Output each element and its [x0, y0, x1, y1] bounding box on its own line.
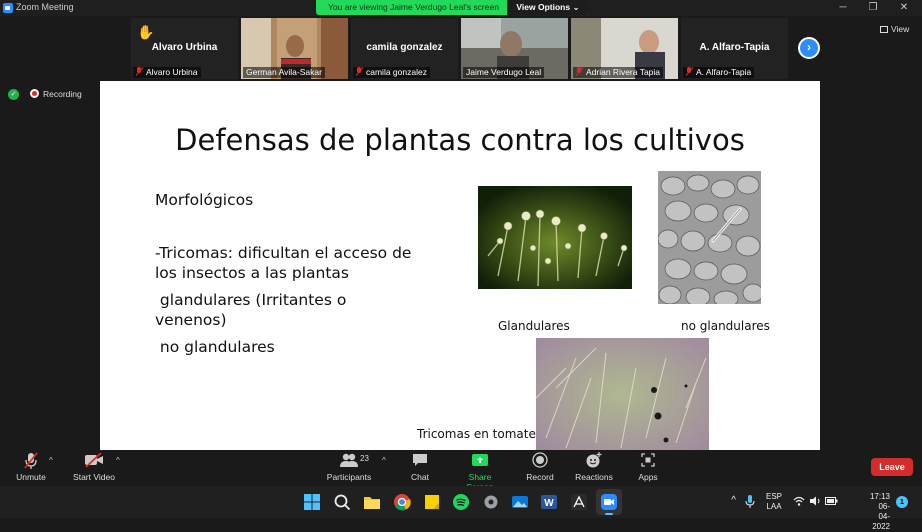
sticky-notes-icon[interactable]	[423, 493, 441, 511]
start-video-button[interactable]: Start Video	[72, 452, 116, 482]
participant-tile[interactable]: A. Alfaro-Tapia A. Alfaro-Tapia	[681, 18, 788, 79]
participant-tile[interactable]: Adrian Rivera Tapia	[571, 18, 678, 79]
video-off-icon	[85, 452, 103, 468]
slide-text-line: no glandulares	[155, 338, 275, 356]
viewing-screen-banner: You are viewing Jaime Verdugo Leal's scr…	[316, 0, 589, 15]
participants-icon	[340, 453, 358, 467]
file-explorer-icon[interactable]	[363, 493, 381, 511]
slide-heading: Morfológicos	[155, 191, 254, 209]
windows-taskbar: W ^ ESP LAA 17:13 06-04-2022 1	[0, 486, 922, 531]
spotify-icon[interactable]	[452, 493, 470, 511]
gallery-next-button[interactable]: ›	[798, 37, 820, 59]
participant-name-label: camila gonzalez	[353, 67, 430, 78]
participant-display-name: Alvaro Urbina	[151, 42, 218, 53]
participant-display-name: A. Alfaro-Tapia	[699, 42, 770, 53]
participant-tile[interactable]: camila gonzalez camila gonzalez	[351, 18, 458, 79]
zoom-logo-icon	[3, 3, 13, 13]
chevron-down-icon: ⌄	[572, 2, 580, 12]
restore-icon[interactable]: ❐	[858, 0, 888, 16]
participant-name-label: Jaime Verdugo Leal	[463, 67, 545, 78]
apps-button[interactable]: Apps	[633, 452, 663, 482]
muted-mic-icon	[686, 67, 693, 76]
slide-text-line: venenos)	[155, 311, 227, 329]
language-indicator[interactable]: ESP LAA	[766, 492, 782, 512]
caption-tricomas-tomate: Tricomas en tomate	[417, 427, 536, 441]
word-icon[interactable]: W	[540, 493, 558, 511]
slide-text-line: -Tricomas: dificultan el acceso de	[155, 244, 412, 262]
zoom-taskbar-item[interactable]	[596, 489, 622, 515]
participants-button[interactable]: 23 Participants	[326, 452, 372, 482]
view-button[interactable]: View	[880, 24, 909, 34]
reactions-button[interactable]: Reactions	[572, 452, 616, 482]
muted-mic-icon	[24, 452, 38, 469]
recording-icon	[30, 89, 39, 98]
participant-tile[interactable]: German Avila-Sakar	[241, 18, 348, 79]
participant-name-label: German Avila-Sakar	[243, 67, 325, 78]
unmute-button[interactable]: Unmute	[14, 452, 48, 482]
reactions-icon	[586, 452, 602, 468]
non-glandular-trichome-image	[658, 171, 761, 304]
muted-mic-icon	[576, 67, 583, 76]
participant-tile[interactable]: Jaime Verdugo Leal	[461, 18, 568, 79]
video-options-caret[interactable]: ^	[116, 456, 120, 465]
search-icon[interactable]	[333, 493, 351, 511]
notification-badge[interactable]: 1	[896, 496, 908, 508]
caption-glandulares: Glandulares	[498, 319, 570, 333]
participant-name-label: Adrian Rivera Tapia	[573, 67, 664, 78]
muted-mic-icon	[356, 67, 363, 76]
shared-screen: Defensas de plantas contra los cultivos …	[100, 81, 820, 450]
windows-start-icon[interactable]	[303, 493, 321, 511]
chat-icon	[413, 454, 427, 466]
clock[interactable]: 17:13 06-04-2022	[870, 492, 890, 532]
participant-name-label: A. Alfaro-Tapia	[683, 67, 755, 78]
view-options-button[interactable]: View Options ⌄	[507, 0, 589, 15]
window-title: Zoom Meeting	[16, 2, 74, 12]
slide-text-line: los insectos a las plantas	[155, 264, 349, 282]
svg-text:W: W	[544, 498, 554, 509]
wifi-icon[interactable]	[793, 496, 805, 506]
viewing-screen-text: You are viewing Jaime Verdugo Leal's scr…	[328, 2, 499, 12]
acrobat-icon[interactable]	[570, 493, 588, 511]
muted-mic-icon	[136, 67, 143, 76]
chat-button[interactable]: Chat	[404, 452, 436, 482]
meeting-controls: Unmute ^ Start Video ^ 23 Participants ^	[0, 450, 922, 492]
zoom-icon	[601, 494, 617, 510]
tomato-trichome-image	[536, 338, 709, 450]
grid-view-icon	[880, 26, 888, 33]
leave-button[interactable]: Leave	[871, 458, 913, 476]
recording-indicator[interactable]: Recording	[30, 89, 82, 99]
chrome-icon[interactable]	[393, 493, 411, 511]
raised-hand-icon: ✋	[137, 24, 155, 40]
security-shield-icon[interactable]: ✓	[8, 89, 19, 100]
apps-icon	[641, 453, 655, 467]
participant-name-label: Alvaro Urbina	[133, 67, 201, 78]
close-icon[interactable]: ✕	[889, 0, 919, 16]
participant-display-name: camila gonzalez	[366, 42, 443, 53]
participants-count: 23	[360, 454, 369, 463]
settings-gear-icon[interactable]	[482, 493, 500, 511]
record-button[interactable]: Record	[522, 452, 558, 482]
battery-icon[interactable]	[825, 496, 838, 506]
record-icon	[532, 452, 548, 468]
photos-icon[interactable]	[511, 493, 529, 511]
participants-options-caret[interactable]: ^	[382, 456, 386, 465]
audio-options-caret[interactable]: ^	[49, 456, 53, 465]
volume-icon[interactable]	[809, 496, 821, 506]
share-screen-icon	[472, 454, 488, 466]
tray-overflow-chevron-icon[interactable]: ^	[731, 495, 736, 506]
participant-tile[interactable]: ✋ Alvaro Urbina Alvaro Urbina	[131, 18, 238, 79]
glandular-trichome-image	[478, 186, 632, 289]
participant-gallery: ✋ Alvaro Urbina Alvaro Urbina German Avi…	[0, 16, 922, 80]
minimize-icon[interactable]: ─	[828, 0, 858, 16]
microphone-icon[interactable]	[745, 495, 755, 509]
slide-text-line: glandulares (Irritantes o	[155, 291, 347, 309]
slide-title: Defensas de plantas contra los cultivos	[175, 123, 745, 157]
caption-no-glandulares: no glandulares	[681, 319, 770, 333]
